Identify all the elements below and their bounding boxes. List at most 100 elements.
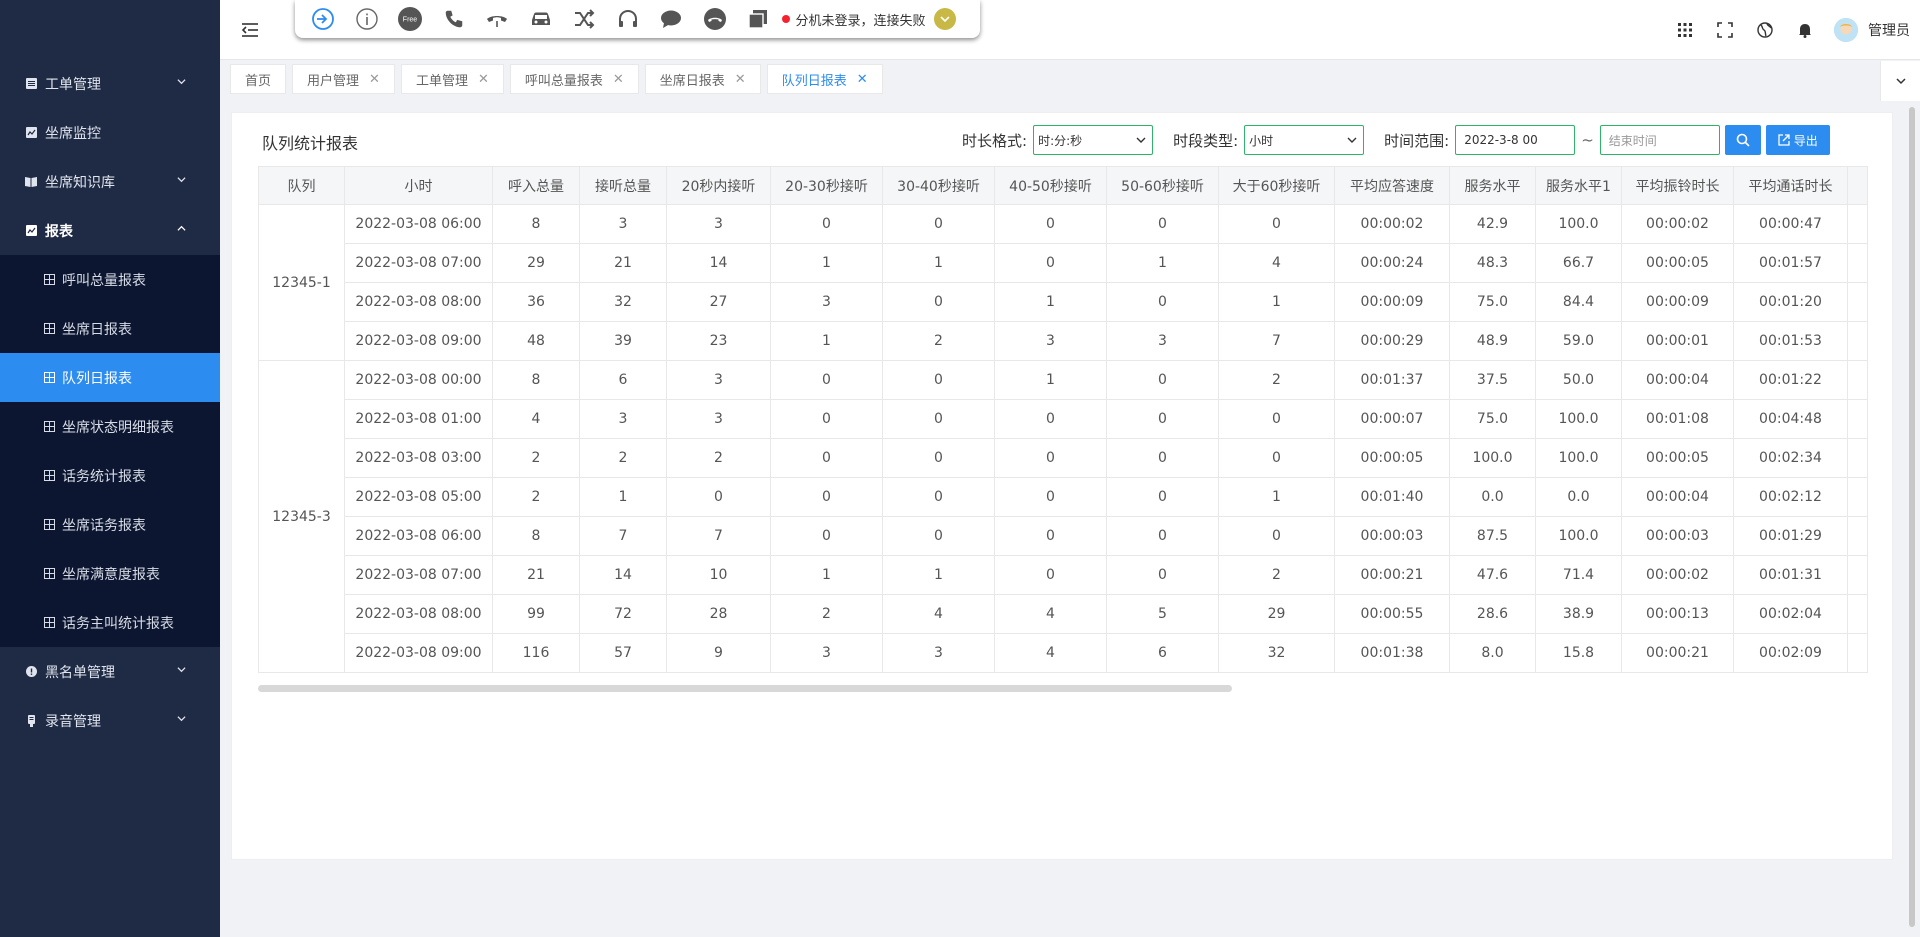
period-type-select[interactable]: 小时 [1244, 125, 1365, 155]
export-icon [1778, 134, 1790, 146]
hang-up-icon[interactable] [483, 5, 511, 33]
table-cell: 1 [770, 321, 883, 361]
close-icon[interactable]: ✕ [369, 72, 380, 87]
tab-agent-daily-report[interactable]: 坐席日报表 ✕ [644, 64, 761, 94]
headset-icon[interactable] [614, 5, 642, 33]
sidebar-item-agent-status-report[interactable]: 坐席状态明细报表 [0, 402, 220, 451]
table-cell: 0 [882, 282, 995, 322]
table-cell: 4 [1218, 243, 1335, 283]
tab-more-button[interactable] [1880, 61, 1920, 101]
scrollbar-thumb[interactable] [1909, 107, 1915, 927]
sidebar-item-traffic-stats-report[interactable]: 话务统计报表 [0, 451, 220, 500]
avatar[interactable] [1834, 18, 1858, 42]
table-cell-overflow [1847, 243, 1868, 283]
table-row[interactable]: 12345-3 2022-03-08 00:00 8 6 3 0 0 1 0 2 00:01:37 3… [258, 360, 1868, 673]
sidebar-item-knowledge-base[interactable]: 坐席知识库 [0, 157, 220, 206]
phone-icon[interactable] [440, 5, 468, 33]
sidebar-item-satisfaction-report[interactable]: 坐席满意度报表 [0, 549, 220, 598]
close-icon[interactable]: ✕ [613, 72, 624, 87]
start-time-input[interactable]: 2022-3-8 00 [1455, 125, 1576, 155]
tab-user-management[interactable]: 用户管理 ✕ [292, 64, 395, 94]
table-cell: 0 [1106, 282, 1219, 322]
table-row[interactable]: 2022-03-08 09:00 116 57 9 3 3 4 6 32 00:01:38 8.0 1… [259, 633, 1868, 673]
table-row[interactable]: 2022-03-08 05:00 2 1 0 0 0 0 0 1 00:01:40 0.0 0.0 00… [259, 477, 1868, 517]
user-name[interactable]: 管理员 [1868, 20, 1910, 40]
table-cell: 57 [579, 633, 667, 673]
status-dropdown-button[interactable] [933, 8, 956, 30]
scrollbar-thumb[interactable] [258, 685, 1232, 692]
tab-home[interactable]: 首页 [230, 64, 287, 94]
table-cell: 0 [994, 477, 1107, 517]
sidebar-item-agent-daily-report[interactable]: 坐席日报表 [0, 304, 220, 353]
table-cell: 9 [666, 633, 771, 673]
table-cell: 100.0 [1535, 438, 1622, 478]
grid-icon [44, 274, 55, 285]
table-cell: 0 [1218, 438, 1335, 478]
sidebar-item-caller-stats-report[interactable]: 话务主叫统计报表 [0, 598, 220, 647]
sidebar: 工单管理 坐席监控 坐席知识库 报表 呼叫总量报表 坐席日报表 队列日报表 坐席… [0, 0, 220, 937]
sidebar-item-queue-daily-report[interactable]: 队列日报表 [0, 353, 220, 402]
table-cell: 0 [1106, 360, 1219, 400]
table-cell: 00:00:21 [1621, 633, 1734, 673]
table-cell: 0 [882, 204, 995, 244]
table-cell: 2 [579, 438, 667, 478]
table-cell-overflow [1847, 594, 1868, 634]
chat-icon[interactable] [657, 5, 685, 33]
sidebar-item-label: 话务统计报表 [62, 468, 146, 485]
end-time-input[interactable]: 结束时间 [1599, 125, 1720, 155]
table-cell: 2 [1218, 555, 1335, 595]
table-row[interactable]: 2022-03-08 03:00 2 2 2 0 0 0 0 0 00:00:05 100.0 100… [259, 438, 1868, 478]
sidebar-item-agent-traffic-report[interactable]: 坐席话务报表 [0, 500, 220, 549]
info-circle-icon[interactable] [353, 5, 381, 33]
period-type-label: 时段类型: [1173, 131, 1239, 150]
table-cell-overflow [1847, 477, 1868, 517]
column-header: 服务水平1 [1535, 166, 1622, 205]
apps-grid-icon[interactable] [1676, 21, 1694, 39]
sidebar-item-work-orders[interactable]: 工单管理 [0, 59, 220, 108]
table-row[interactable]: 2022-03-08 08:00 99 72 28 2 4 4 5 29 00:00:55 28.6… [259, 594, 1868, 634]
table-row[interactable]: 2022-03-08 01:00 4 3 3 0 0 0 0 0 00:00:07 75.0 100.… [259, 399, 1868, 439]
table-row[interactable]: 2022-03-08 08:00 36 32 27 3 0 1 0 1 00:00:09 75.0 8… [259, 282, 1868, 322]
horizontal-scrollbar[interactable] [258, 684, 1878, 693]
fullscreen-icon[interactable] [1716, 21, 1734, 39]
table-row[interactable]: 2022-03-08 09:00 48 39 23 1 2 3 3 7 00:00:29 48.9 5… [259, 321, 1868, 361]
close-icon[interactable]: ✕ [735, 72, 746, 87]
sidebar-item-call-total-report[interactable]: 呼叫总量报表 [0, 255, 220, 304]
tab-queue-daily-report[interactable]: 队列日报表 ✕ [766, 64, 883, 94]
table-cell: 8 [492, 360, 580, 400]
table-cell: 00:00:04 [1621, 477, 1734, 517]
table-cell: 29 [492, 243, 580, 283]
sidebar-item-agent-monitor[interactable]: 坐席监控 [0, 108, 220, 157]
table-cell: 00:00:29 [1334, 321, 1450, 361]
menu-collapse-icon[interactable] [240, 20, 260, 40]
table-cell: 3 [882, 633, 995, 673]
globe-icon[interactable] [1756, 21, 1774, 39]
duration-format-select[interactable]: 时:分:秒 [1033, 125, 1154, 155]
tab-call-total-report[interactable]: 呼叫总量报表 ✕ [509, 64, 639, 94]
sidebar-menu: 工单管理 坐席监控 坐席知识库 报表 呼叫总量报表 坐席日报表 队列日报表 坐席… [0, 59, 220, 745]
table-row[interactable]: 2022-03-08 06:00 8 7 7 0 0 0 0 0 00:00:03 87.5 100.… [259, 516, 1868, 556]
transfer-icon[interactable] [570, 5, 598, 33]
search-button[interactable] [1724, 125, 1761, 155]
sidebar-item-blacklist[interactable]: 黑名单管理 [0, 647, 220, 696]
column-header: 20秒内接听 [666, 166, 771, 205]
close-icon[interactable]: ✕ [857, 72, 868, 87]
table-row[interactable]: 2022-03-08 07:00 29 21 14 1 1 0 1 4 00:00:24 48.3 6… [259, 243, 1868, 283]
table-cell: 2 [882, 321, 995, 361]
end-call-icon[interactable] [701, 5, 729, 33]
sign-in-icon[interactable] [309, 5, 337, 33]
bell-icon[interactable] [1796, 21, 1814, 39]
table-cell-overflow [1847, 204, 1868, 244]
sidebar-item-reports[interactable]: 报表 [0, 206, 220, 255]
copy-icon[interactable] [744, 5, 772, 33]
table-row[interactable]: 12345-1 2022-03-08 06:00 8 3 3 0 0 0 0 0 00:00:02 4… [258, 204, 1868, 361]
sidebar-item-recordings[interactable]: 录音管理 [0, 696, 220, 745]
vertical-scrollbar[interactable] [1904, 101, 1920, 937]
close-icon[interactable]: ✕ [478, 72, 489, 87]
tab-work-orders[interactable]: 工单管理 ✕ [400, 64, 504, 94]
table-cell: 71.4 [1535, 555, 1622, 595]
car-icon[interactable] [527, 5, 555, 33]
table-row[interactable]: 2022-03-08 07:00 21 14 10 1 1 0 0 2 00:00:21 47.6 7… [259, 555, 1868, 595]
free-status-icon[interactable]: Free [396, 5, 424, 33]
export-button[interactable]: 导出 [1765, 125, 1830, 155]
